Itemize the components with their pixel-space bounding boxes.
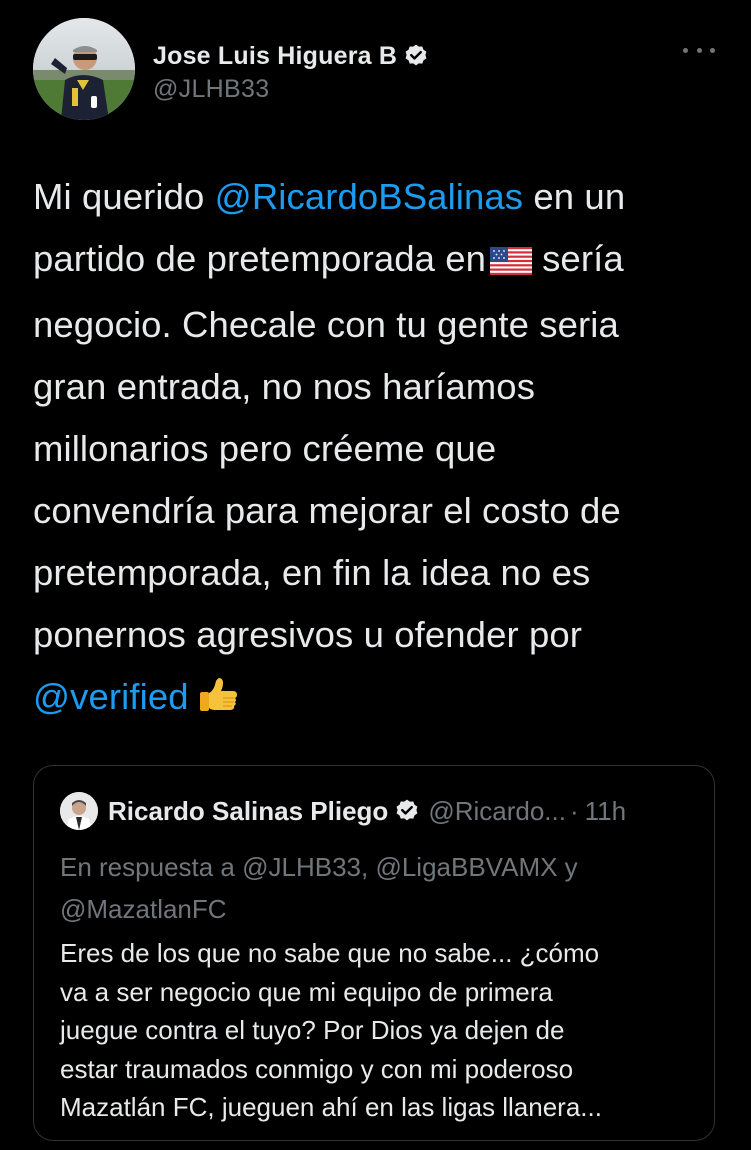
quoted-text-line: estar traumados conmigo y con mi poderos… — [60, 1053, 574, 1084]
verified-badge-icon — [394, 798, 420, 824]
tweet-line: pretemporada, en fin la idea no es — [33, 552, 591, 593]
quoted-tweet-text: Eres de los que no sabe que no sabe... ¿… — [60, 934, 700, 1127]
reply-context-line: @MazatlanFC — [60, 894, 227, 924]
tweet-line: ponernos agresivos u ofender por — [33, 614, 583, 655]
quoted-author-handle[interactable]: @Ricardo... — [428, 796, 566, 827]
tweet-line: partido de pretemporada en sería — [33, 228, 733, 294]
quoted-timestamp[interactable]: 11h — [585, 796, 626, 827]
more-dot — [710, 47, 715, 53]
quoted-author-avatar[interactable] — [60, 792, 98, 830]
quoted-tweet-card[interactable]: Ricardo Salinas Pliego @Ricardo... · 11h… — [33, 765, 715, 1141]
quoted-text-line: Eres de los que no sabe que no sabe... ¿… — [60, 938, 600, 968]
tweet-line: millonarios pero créeme que — [33, 428, 497, 469]
tweet-text-fragment: Mi querido — [33, 176, 215, 217]
tweet-text-fragment: sería — [542, 238, 624, 279]
tweet-text: Mi querido @RicardoBSalinas en un partid… — [33, 166, 733, 736]
author-info: Jose Luis Higuera B @JLHB33 — [153, 40, 429, 104]
tweet-line: negocio. Checale con tu gente seria — [33, 304, 619, 345]
quoted-text-line: va a ser negocio que mi equipo de primer… — [60, 976, 553, 1007]
author-display-name[interactable]: Jose Luis Higuera B — [153, 42, 397, 71]
thumbs-up-emoji — [197, 673, 241, 736]
separator-dot: · — [569, 795, 579, 826]
tweet-header: Jose Luis Higuera B @JLHB33 — [33, 18, 723, 122]
tweet-line: Mi querido @RicardoBSalinas en un — [33, 166, 733, 228]
mention-link[interactable]: @verified — [33, 676, 189, 717]
verified-badge-icon — [403, 43, 429, 69]
quoted-author-name[interactable]: Ricardo Salinas Pliego — [108, 796, 388, 827]
tweet-text-fragment: en un — [523, 176, 626, 217]
us-flag-emoji — [490, 232, 533, 294]
tweet-text-fragment: partido de pretemporada en — [33, 238, 487, 279]
tweet-line: gran entrada, no nos haríamos — [33, 366, 536, 407]
author-name-row: Jose Luis Higuera B — [153, 40, 429, 72]
reply-context: En respuesta a @JLHB33, @LigaBBVAMX y @M… — [60, 846, 700, 930]
tweet-line: convendría para mejorar el costo de — [33, 490, 621, 531]
more-options-icon[interactable] — [683, 40, 715, 60]
quoted-tweet-header: Ricardo Salinas Pliego @Ricardo... · 11h — [60, 792, 626, 830]
reply-context-line: En respuesta a @JLHB33, @LigaBBVAMX y — [60, 852, 578, 882]
quoted-text-line: juegue contra el tuyo? Por Dios ya dejen… — [60, 1015, 565, 1045]
mention-link[interactable]: @RicardoBSalinas — [215, 176, 523, 217]
more-dot — [683, 47, 688, 53]
author-avatar[interactable] — [33, 18, 135, 120]
tweet-line: @verified — [33, 666, 733, 736]
author-handle[interactable]: @JLHB33 — [153, 75, 429, 104]
more-dot — [696, 47, 702, 53]
quoted-text-line: Mazatlán FC, jueguen ahí en las ligas ll… — [60, 1092, 602, 1122]
